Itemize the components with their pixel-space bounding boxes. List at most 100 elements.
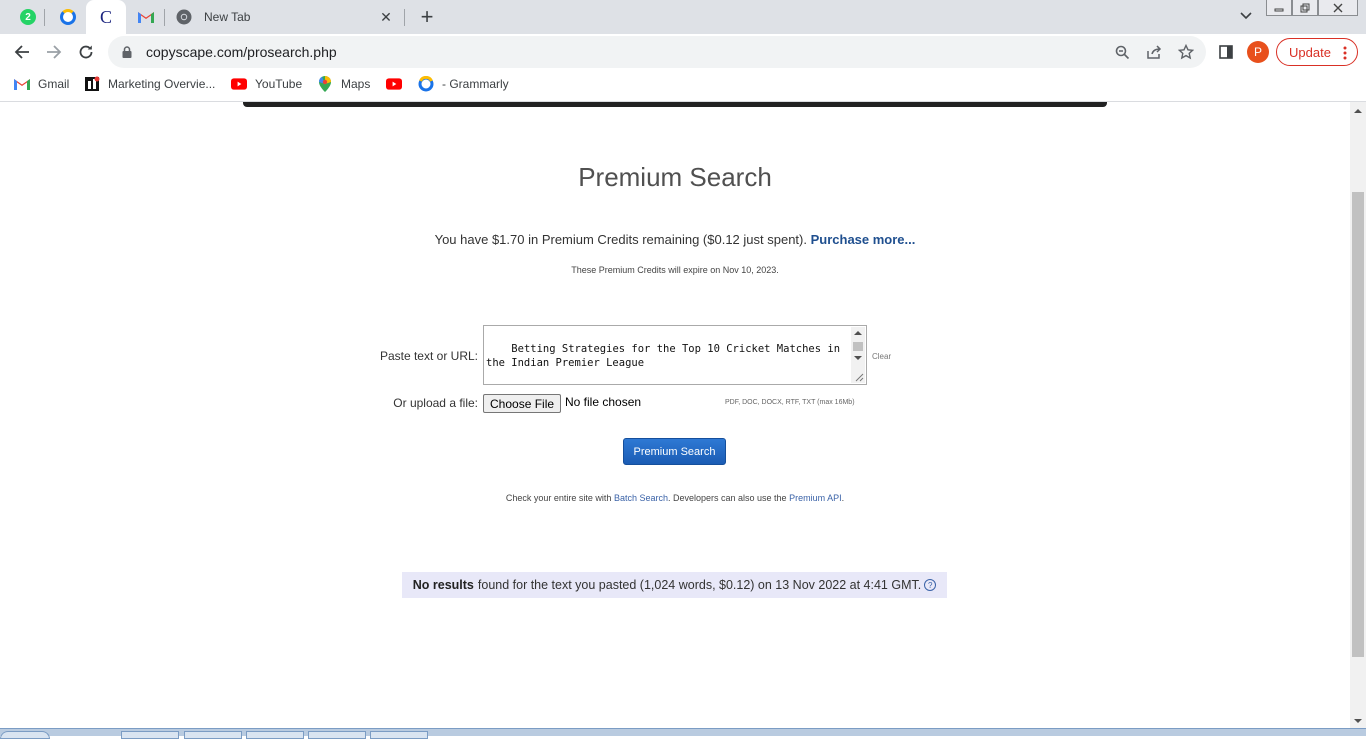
search-result-banner: No results found for the text you pasted…: [402, 572, 947, 598]
profile-avatar[interactable]: P: [1247, 41, 1269, 63]
tab-separator: [404, 9, 405, 26]
upload-label: Or upload a file:: [393, 396, 478, 410]
clear-link[interactable]: Clear: [872, 352, 891, 361]
bookmarks-bar: Gmail Marketing Overvie... YouTube Maps …: [0, 70, 1366, 98]
reload-icon: [79, 45, 93, 59]
scroll-up-icon[interactable]: [1354, 108, 1362, 114]
bookmark-marketing-overview[interactable]: Marketing Overvie...: [84, 75, 215, 93]
gmail-icon: [138, 12, 154, 23]
tab-separator: [44, 9, 45, 26]
side-panel-icon: [1219, 45, 1233, 59]
browser-toolbar: copyscape.com/prosearch.php: [0, 34, 1366, 70]
window-controls: [1266, 0, 1358, 16]
result-text: found for the text you pasted (1,024 wor…: [477, 578, 922, 592]
minimize-icon[interactable]: [1266, 0, 1292, 16]
bookmark-maps[interactable]: Maps: [317, 75, 370, 93]
marketing-icon: [84, 76, 100, 92]
grammarly-icon: [60, 9, 76, 25]
lock-icon[interactable]: [120, 45, 134, 59]
side-panel-button[interactable]: [1214, 40, 1238, 64]
close-window-icon[interactable]: [1318, 0, 1358, 16]
page-scrollbar[interactable]: [1350, 102, 1366, 728]
bookmark-grammarly[interactable]: - Grammarly: [418, 75, 509, 93]
back-arrow-icon: [14, 45, 29, 59]
credits-line: You have $1.70 in Premium Credits remain…: [0, 232, 1350, 247]
youtube-icon: [231, 76, 247, 92]
bookmark-youtube-2[interactable]: [386, 75, 410, 93]
os-taskbar: [0, 728, 1366, 739]
youtube-icon: [386, 76, 402, 92]
batch-search-note: Check your entire site with Batch Search…: [0, 493, 1350, 503]
bookmark-gmail[interactable]: Gmail: [14, 75, 69, 93]
resize-handle-icon[interactable]: [855, 373, 864, 382]
file-format-hint: PDF, DOC, DOCX, RTF, TXT (max 16Mb): [725, 399, 855, 406]
purchase-more-link[interactable]: Purchase more...: [811, 232, 916, 247]
menu-kebab-icon: [1343, 46, 1347, 60]
bookmark-star-icon[interactable]: [1177, 43, 1195, 61]
update-label: Update: [1289, 44, 1331, 60]
bookmark-label: Gmail: [38, 77, 70, 91]
forward-button[interactable]: [42, 40, 66, 64]
close-tab-icon[interactable]: ✕: [378, 9, 394, 25]
page-title: Premium Search: [578, 162, 772, 192]
gmail-icon: [14, 76, 30, 92]
grammarly-icon: [418, 76, 434, 92]
result-status: No results: [412, 578, 474, 592]
copyscape-icon: C: [99, 6, 112, 27]
premium-search-button[interactable]: Premium Search: [623, 438, 726, 465]
batch-middle: . Developers can also use the: [667, 493, 787, 503]
tab-title: New Tab: [204, 10, 251, 24]
start-button[interactable]: [0, 731, 50, 739]
whatsapp-badge: 2: [25, 11, 31, 23]
batch-prefix: Check your entire site with: [505, 493, 612, 503]
reload-button[interactable]: [74, 40, 98, 64]
tab-gmail[interactable]: [132, 0, 160, 34]
forward-arrow-icon: [47, 45, 62, 59]
tab-new-tab[interactable]: New Tab ✕: [166, 0, 404, 34]
choose-file-button[interactable]: Choose File: [483, 394, 562, 413]
scroll-up-icon[interactable]: [854, 330, 862, 336]
taskbar-item[interactable]: [121, 731, 179, 739]
help-icon[interactable]: ?: [924, 579, 937, 591]
url-text[interactable]: copyscape.com/prosearch.php: [146, 44, 337, 60]
search-text-input[interactable]: Betting Strategies for the Top 10 Cricke…: [483, 325, 867, 385]
tab-search-icon[interactable]: [1240, 12, 1252, 20]
paste-label: Paste text or URL:: [379, 349, 478, 363]
file-status: No file chosen: [565, 395, 642, 409]
maps-icon: [317, 76, 333, 92]
credits-expiry: These Premium Credits will expire on Nov…: [571, 265, 779, 275]
tab-copyscape[interactable]: C: [86, 0, 126, 34]
tab-whatsapp[interactable]: 2: [14, 0, 42, 34]
restore-icon[interactable]: [1292, 0, 1318, 16]
new-tab-button[interactable]: +: [416, 6, 438, 28]
bookmark-label: YouTube: [255, 77, 303, 91]
bookmark-label: Maps: [341, 77, 371, 91]
back-button[interactable]: [10, 40, 34, 64]
taskbar-item[interactable]: [308, 731, 366, 739]
search-text-value: Betting Strategies for the Top 10 Cricke…: [486, 343, 841, 369]
taskbar-item[interactable]: [246, 731, 304, 739]
site-header-bar: [243, 102, 1107, 107]
premium-api-link[interactable]: Premium API: [789, 493, 842, 503]
taskbar-item[interactable]: [370, 731, 428, 739]
scroll-down-icon[interactable]: [1354, 718, 1362, 724]
bookmark-label: Marketing Overvie...: [108, 77, 216, 91]
chrome-icon: [176, 9, 192, 25]
batch-suffix: .: [841, 493, 845, 503]
bookmark-youtube[interactable]: YouTube: [231, 75, 302, 93]
update-button[interactable]: Update: [1276, 38, 1358, 66]
bookmark-label: - Grammarly: [442, 77, 509, 91]
tab-separator: [164, 9, 165, 26]
tab-grammarly[interactable]: [54, 0, 82, 34]
share-icon[interactable]: [1145, 43, 1163, 61]
page-scroll-thumb[interactable]: [1352, 192, 1364, 657]
taskbar-item[interactable]: [184, 731, 242, 739]
zoom-icon[interactable]: [1113, 43, 1131, 61]
page-content: Premium Search You have $1.70 in Premium…: [0, 102, 1350, 728]
batch-search-link[interactable]: Batch Search: [614, 493, 668, 503]
scroll-down-icon[interactable]: [854, 355, 862, 361]
tab-strip: 2 C New Tab ✕ +: [0, 0, 1366, 34]
address-bar[interactable]: copyscape.com/prosearch.php: [108, 36, 1206, 68]
credits-text: You have $1.70 in Premium Credits remain…: [434, 232, 807, 247]
textarea-scroll-thumb[interactable]: [853, 342, 863, 351]
